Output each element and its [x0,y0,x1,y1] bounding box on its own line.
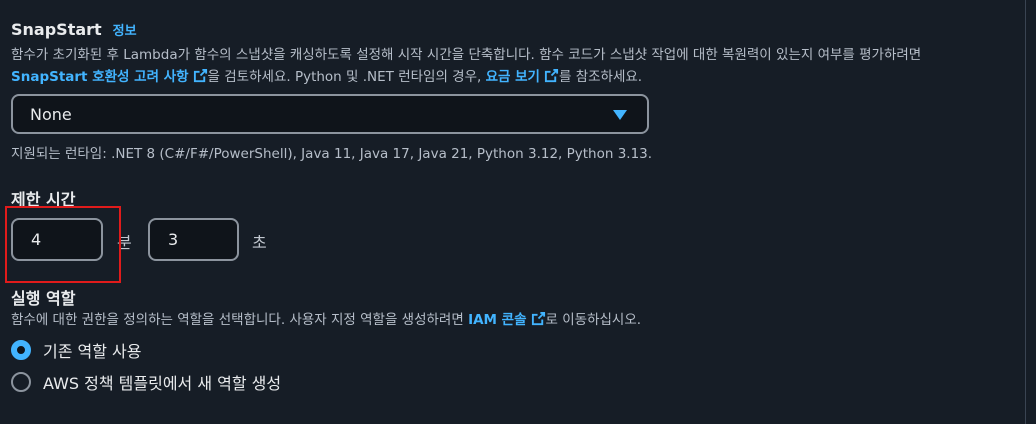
highlight-annotation-box [5,206,121,283]
radio-unchecked-icon[interactable] [11,372,31,392]
snapstart-info-link[interactable]: 정보 [113,20,137,39]
snapstart-desc-text-3: 를 참조하세요. [558,69,643,85]
external-link-icon [531,311,545,326]
external-link-icon [544,68,559,83]
snapstart-desc-text-1: 함수가 초기화된 후 Lambda가 함수의 스냅샷을 캐싱하도록 설정해 시작… [11,47,922,63]
lambda-config-panel: SnapStart 정보 함수가 초기화된 후 Lambda가 함수의 스냅샷을… [0,0,1036,424]
pricing-link-text: 요금 보기 [485,69,540,85]
timeout-seconds-input[interactable]: 3 [148,218,239,261]
radio-label-template-role: AWS 정책 템플릿에서 새 역할 생성 [43,374,282,393]
snapstart-description: 함수가 초기화된 후 Lambda가 함수의 스냅샷을 캐싱하도록 설정해 시작… [11,44,991,88]
execution-role-description: 함수에 대한 권한을 정의하는 역할을 선택합니다. 사용자 지정 역할을 생성… [11,309,641,331]
snapstart-select[interactable]: None [11,94,649,134]
iam-console-link[interactable]: IAM 콘솔 [468,311,545,328]
seconds-unit-label: 초 [252,233,267,252]
timeout-seconds-value: 3 [168,230,179,249]
pricing-link[interactable]: 요금 보기 [485,68,559,85]
snapstart-desc-text-2: 을 검토하세요. Python 및 .NET 런타임의 경우, [207,69,486,85]
radio-label-existing-role: 기존 역할 사용 [43,342,142,361]
snapstart-header: SnapStart 정보 [11,20,137,39]
snapstart-select-value: None [30,104,72,124]
caret-down-icon [613,110,627,120]
iam-console-link-text: IAM 콘솔 [468,312,527,328]
supported-runtimes-text: 지원되는 런타임: .NET 8 (C#/F#/PowerShell), Jav… [11,146,653,162]
radio-create-from-template[interactable]: AWS 정책 템플릿에서 새 역할 생성 [11,370,281,394]
snapstart-label: SnapStart [11,20,102,39]
snapstart-compat-link-text: SnapStart 호환성 고려 사항 [11,69,189,85]
role-desc-text-2: 로 이동하십시오. [545,312,642,328]
role-desc-text-1: 함수에 대한 권한을 정의하는 역할을 선택합니다. 사용자 지정 역할을 생성… [11,312,469,328]
snapstart-compat-link[interactable]: SnapStart 호환성 고려 사항 [11,68,208,85]
radio-use-existing-role[interactable]: 기존 역할 사용 [11,338,142,362]
radio-checked-icon[interactable] [11,340,31,360]
panel-divider [1025,0,1026,424]
external-link-icon [193,68,207,83]
execution-role-label: 실행 역할 [11,289,76,308]
